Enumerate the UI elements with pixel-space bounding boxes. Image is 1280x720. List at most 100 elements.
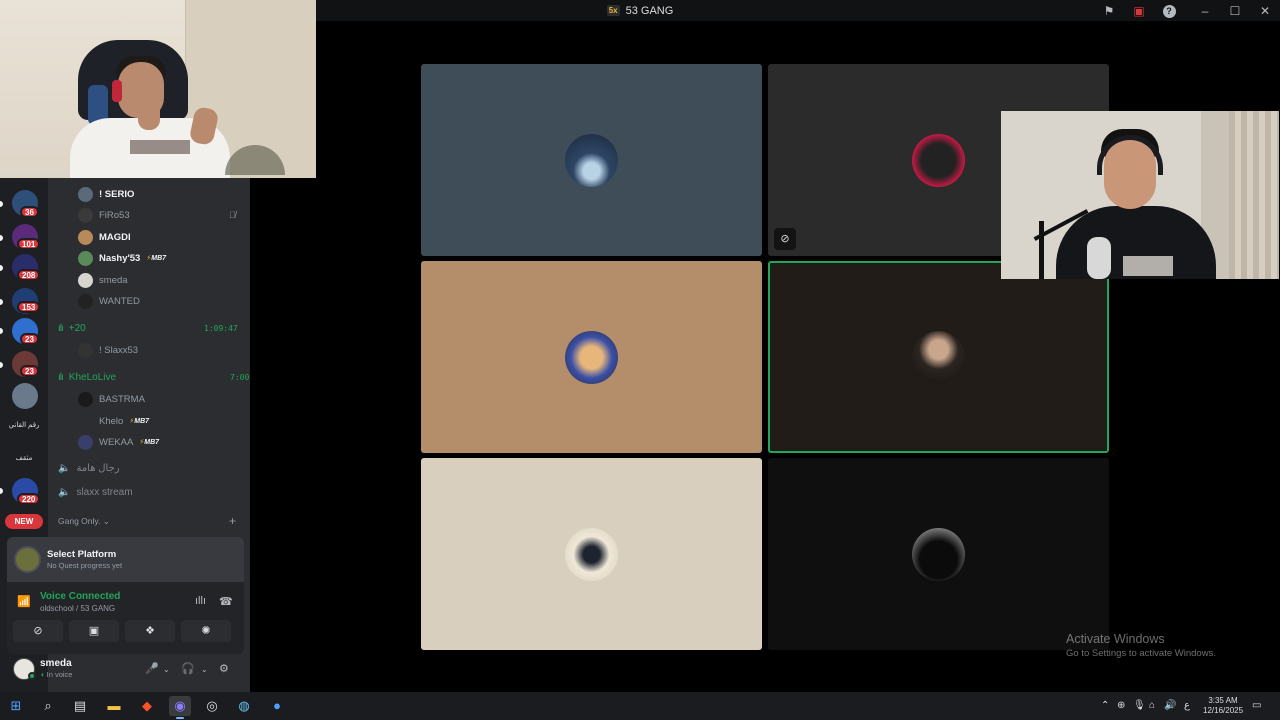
speaker-icon: 🔈 xyxy=(58,462,71,474)
voice-member[interactable]: ! SERIO xyxy=(78,185,134,203)
voice-member[interactable]: ! Slaxx53 xyxy=(78,341,138,359)
task-view-icon[interactable]: ▤ xyxy=(69,696,91,716)
voice-channel[interactable]: ılı +20 1:09:47 xyxy=(58,319,238,337)
username[interactable]: smeda xyxy=(40,658,72,669)
voice-tile[interactable] xyxy=(421,458,762,650)
signal-icon[interactable]: 📶 xyxy=(17,595,31,608)
member-name: FiRo53 xyxy=(99,209,130,221)
voice-member[interactable]: Khelo ⚡MB7 xyxy=(78,412,149,430)
camera-button[interactable]: ⊘ xyxy=(13,620,63,642)
member-name: BASTRMA xyxy=(99,393,145,405)
noise-suppression-icon[interactable]: ıllı xyxy=(195,595,206,607)
voice-member[interactable]: Nashy'53 ⚡MB7 xyxy=(78,249,166,267)
notification-icon[interactable]: ▭ xyxy=(1252,700,1261,711)
voice-tile-speaking[interactable] xyxy=(768,261,1109,453)
activities-button[interactable]: ❖ xyxy=(125,620,175,642)
voice-status[interactable]: Voice Connected xyxy=(40,591,120,602)
member-name: MAGDI xyxy=(99,231,131,243)
user-panel: smeda ◖ In voice 🎤 ⌄ 🎧 ⌄ ⚙ xyxy=(7,654,244,686)
discord-icon[interactable]: ◉ xyxy=(169,696,191,719)
voice-location[interactable]: oldschool / 53 GANG xyxy=(40,604,115,613)
chevron-up-icon[interactable]: ⌃ xyxy=(1101,700,1109,711)
channel-timer: 7:00 xyxy=(230,372,250,382)
search-icon[interactable]: ⌕ xyxy=(37,696,59,716)
file-explorer-icon[interactable]: ▬ xyxy=(103,696,125,716)
avatar xyxy=(78,342,93,358)
voice-member[interactable]: MAGDI xyxy=(78,228,131,246)
avatar xyxy=(912,134,965,187)
minimize-button[interactable]: – xyxy=(1190,4,1220,18)
settings-icon[interactable]: ⚙ xyxy=(219,662,229,675)
network-icon[interactable]: ⌂ xyxy=(1149,700,1155,711)
tray-app-icon[interactable]: ⊕ xyxy=(1117,700,1125,711)
member-name: WANTED xyxy=(99,295,140,307)
clan-tag: ⚡MB7 xyxy=(146,255,167,262)
unread-badge: 23 xyxy=(20,365,39,377)
clan-tag: ⚡MB7 xyxy=(129,418,150,425)
volume-icon[interactable]: 🔊 xyxy=(1164,700,1176,711)
window-title: 5x 53 GANG xyxy=(606,4,674,17)
screen-share-button[interactable]: ▣ xyxy=(69,620,119,642)
system-clock[interactable]: 3:35 AM 12/16/2025 xyxy=(1203,696,1243,716)
speaker-icon: 🔈 xyxy=(58,486,71,498)
add-channel-button[interactable]: + xyxy=(229,514,236,528)
server-name: 53 GANG xyxy=(625,4,674,17)
voice-tile[interactable] xyxy=(421,64,762,256)
microphone-icon[interactable]: 🎤 xyxy=(145,662,159,675)
help-icon[interactable]: ? xyxy=(1154,3,1184,18)
close-button[interactable]: ✕ xyxy=(1250,4,1280,18)
member-name: ! Slaxx53 xyxy=(99,344,139,356)
voice-tile[interactable] xyxy=(768,458,1109,650)
voice-member[interactable]: WEKAA ⚡MB7 xyxy=(78,433,159,451)
mic-muted-icon: 🎙̸ xyxy=(229,210,236,220)
maximize-button[interactable]: ☐ xyxy=(1220,4,1250,18)
chevron-down-icon: ⌄ xyxy=(102,516,110,526)
online-status-icon xyxy=(28,672,36,680)
voice-channel[interactable]: 🔈 slaxx stream xyxy=(58,483,133,501)
voice-channel[interactable]: ılı KheLoLive 7:00 xyxy=(58,368,249,386)
avatar xyxy=(565,331,618,384)
chevron-down-icon[interactable]: ⌄ xyxy=(163,665,170,674)
clan-tag: ⚡MB7 xyxy=(139,439,160,446)
soundboard-button[interactable]: ✺ xyxy=(181,620,231,642)
mic-muted-icon: ⊘ xyxy=(774,228,796,250)
unread-badge: 153 xyxy=(17,301,41,313)
voice-tile[interactable] xyxy=(421,261,762,453)
member-name: WEKAA xyxy=(99,436,134,448)
avatar xyxy=(78,413,93,429)
new-unreads-pill[interactable]: NEW xyxy=(5,514,43,529)
brave-browser-icon[interactable]: ◆ xyxy=(136,696,158,716)
voice-member[interactable]: BASTRMA xyxy=(78,390,145,408)
voice-member[interactable]: FiRo53 xyxy=(78,206,130,224)
voice-member[interactable]: smeda xyxy=(78,271,128,289)
avatar xyxy=(912,331,965,384)
activate-windows-subtitle: Go to Settings to activate Windows. xyxy=(1066,648,1216,659)
microphone-icon[interactable]: 🎙 xyxy=(1133,700,1146,711)
activate-windows-title: Activate Windows xyxy=(1066,632,1165,646)
voice-active-icon: ılı xyxy=(58,371,64,383)
app-icon[interactable]: ● xyxy=(266,696,288,716)
obs-icon[interactable]: ◎ xyxy=(201,696,223,716)
inbox-icon[interactable]: ▣ xyxy=(1124,4,1154,18)
disconnect-icon[interactable]: ☎ xyxy=(219,595,233,608)
quest-title: Select Platform xyxy=(47,549,117,560)
server-icon[interactable] xyxy=(12,383,38,409)
server-label[interactable]: رقم القاني xyxy=(6,421,42,429)
voice-member[interactable]: WANTED xyxy=(78,292,140,310)
channel-category[interactable]: Gang Only. ⌄ xyxy=(58,516,110,527)
chevron-down-icon[interactable]: ⌄ xyxy=(201,665,208,674)
server-label[interactable]: مثقف xyxy=(6,454,42,462)
voice-active-icon: ılı xyxy=(58,322,64,334)
headphones-icon[interactable]: 🎧 xyxy=(181,662,195,675)
voice-channel[interactable]: 🔈 رجال هامة xyxy=(58,459,120,477)
steam-icon[interactable]: ◍ xyxy=(233,696,255,716)
avatar xyxy=(78,391,93,407)
avatar xyxy=(78,272,93,288)
quest-panel[interactable]: Select Platform No Quest progress yet xyxy=(7,537,244,582)
language-indicator[interactable]: ع xyxy=(1184,700,1190,711)
flag-icon[interactable]: ⚑ xyxy=(1094,4,1124,18)
windows-start-icon[interactable]: ⊞ xyxy=(5,696,27,716)
discord-app: 5x 53 GANG ⚑ ▣ ? – ☐ ✕ 36 101 208 153 23… xyxy=(0,0,1280,720)
avatar xyxy=(912,528,965,581)
unread-badge: 220 xyxy=(17,493,41,505)
